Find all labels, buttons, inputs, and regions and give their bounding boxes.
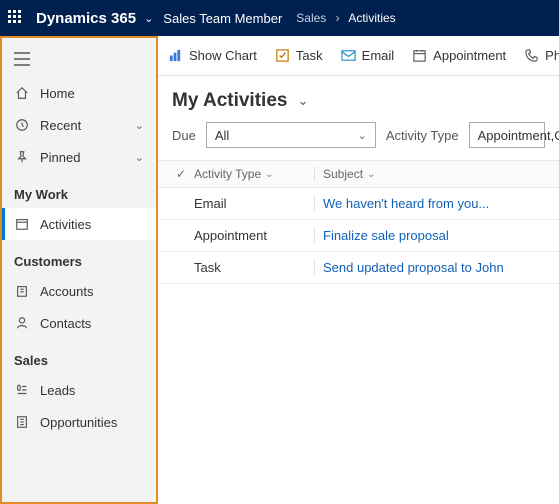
cell-activity-type: Task	[194, 260, 314, 275]
sidebar-item-label: Contacts	[40, 316, 91, 331]
table-row[interactable]: Appointment Finalize sale proposal	[158, 220, 559, 252]
filter-row: Due All ⌄ Activity Type Appointment,C	[158, 122, 559, 160]
sidebar-section-sales: Sales	[2, 339, 156, 374]
sidebar-item-recent[interactable]: Recent ⌄	[2, 109, 156, 141]
sidebar-item-label: Accounts	[40, 284, 93, 299]
brand-label[interactable]: Dynamics 365	[36, 10, 136, 27]
command-bar: Show Chart Task Email Appointment Phone …	[158, 36, 559, 76]
cmd-email[interactable]: Email	[341, 48, 395, 63]
cell-activity-type: Appointment	[194, 228, 314, 243]
cmd-label: Appointment	[433, 48, 506, 63]
task-icon	[275, 48, 290, 63]
app-area-label[interactable]: Sales Team Member	[163, 11, 282, 26]
sidebar-item-home[interactable]: Home	[2, 77, 156, 109]
cmd-show-chart[interactable]: Show Chart	[168, 48, 257, 63]
cell-subject: We haven't heard from you...	[314, 196, 559, 211]
chevron-down-icon: ⌄	[367, 169, 375, 180]
breadcrumb-current: Activities	[348, 11, 395, 25]
chevron-down-icon[interactable]: ⌄	[135, 119, 144, 132]
chevron-down-icon[interactable]: ⌄	[144, 12, 153, 25]
cell-activity-type: Email	[194, 196, 314, 211]
view-title[interactable]: My Activities	[172, 90, 287, 112]
breadcrumb-separator: ›	[336, 11, 340, 25]
sidebar-item-accounts[interactable]: Accounts	[2, 275, 156, 307]
sidebar-section-mywork: My Work	[2, 173, 156, 208]
subject-link[interactable]: Finalize sale proposal	[323, 228, 449, 243]
chevron-down-icon: ⌄	[358, 129, 367, 142]
sidebar-item-label: Recent	[40, 118, 81, 133]
email-icon	[341, 48, 356, 63]
calendar-icon	[412, 48, 427, 63]
col-header-subject[interactable]: Subject ⌄	[314, 167, 559, 181]
breadcrumb-parent[interactable]: Sales	[296, 11, 326, 25]
sidebar-item-label: Home	[40, 86, 75, 101]
clock-icon	[14, 117, 30, 133]
sidebar-section-customers: Customers	[2, 240, 156, 275]
phone-icon	[524, 48, 539, 63]
cmd-label: Task	[296, 48, 323, 63]
opportunities-icon	[14, 414, 30, 430]
select-all-checkbox[interactable]: ✓	[168, 167, 194, 181]
activities-icon	[14, 216, 30, 232]
cmd-phone-call[interactable]: Phone Call	[524, 48, 559, 63]
home-icon	[14, 85, 30, 101]
cmd-label: Email	[362, 48, 395, 63]
grid-header: ✓ Activity Type ⌄ Subject ⌄	[158, 160, 559, 188]
breadcrumb: Sales › Activities	[296, 11, 395, 25]
col-header-activity-type[interactable]: Activity Type ⌄	[194, 167, 314, 181]
leads-icon	[14, 382, 30, 398]
global-topbar: Dynamics 365 ⌄ Sales Team Member Sales ›…	[0, 0, 559, 36]
app-launcher-icon[interactable]	[8, 10, 24, 26]
cmd-label: Phone Call	[545, 48, 559, 63]
accounts-icon	[14, 283, 30, 299]
sidebar-item-label: Pinned	[40, 150, 80, 165]
cmd-task[interactable]: Task	[275, 48, 323, 63]
contacts-icon	[14, 315, 30, 331]
cell-subject: Send updated proposal to John	[314, 260, 559, 275]
view-title-row: My Activities ⌄	[158, 76, 559, 122]
hamburger-button[interactable]	[2, 44, 156, 77]
due-value: All	[215, 128, 229, 143]
chevron-down-icon: ⌄	[265, 169, 273, 180]
chevron-down-icon[interactable]: ⌄	[297, 93, 308, 109]
sidebar-item-label: Opportunities	[40, 415, 117, 430]
table-row[interactable]: Task Send updated proposal to John	[158, 252, 559, 284]
sidebar-item-contacts[interactable]: Contacts	[2, 307, 156, 339]
sidebar-item-opportunities[interactable]: Opportunities	[2, 406, 156, 438]
table-row[interactable]: Email We haven't heard from you...	[158, 188, 559, 220]
sidebar-item-label: Activities	[40, 217, 91, 232]
subject-link[interactable]: Send updated proposal to John	[323, 260, 504, 275]
cmd-appointment[interactable]: Appointment	[412, 48, 506, 63]
due-label: Due	[172, 128, 196, 143]
main-content: Show Chart Task Email Appointment Phone …	[158, 36, 559, 504]
cmd-label: Show Chart	[189, 48, 257, 63]
chevron-down-icon[interactable]: ⌄	[135, 151, 144, 164]
sidebar-item-pinned[interactable]: Pinned ⌄	[2, 141, 156, 173]
sidebar-item-leads[interactable]: Leads	[2, 374, 156, 406]
due-select[interactable]: All ⌄	[206, 122, 376, 148]
sidebar-item-activities[interactable]: Activities	[2, 208, 156, 240]
activity-type-select[interactable]: Appointment,C	[469, 122, 545, 148]
chart-icon	[168, 48, 183, 63]
pin-icon	[14, 149, 30, 165]
sidebar-item-label: Leads	[40, 383, 75, 398]
cell-subject: Finalize sale proposal	[314, 228, 559, 243]
subject-link[interactable]: We haven't heard from you...	[323, 196, 489, 211]
activity-type-label: Activity Type	[386, 128, 459, 143]
activity-type-value: Appointment,C	[478, 128, 559, 143]
sitemap-sidebar: Home Recent ⌄ Pinned ⌄ My Work Activitie…	[0, 36, 158, 504]
